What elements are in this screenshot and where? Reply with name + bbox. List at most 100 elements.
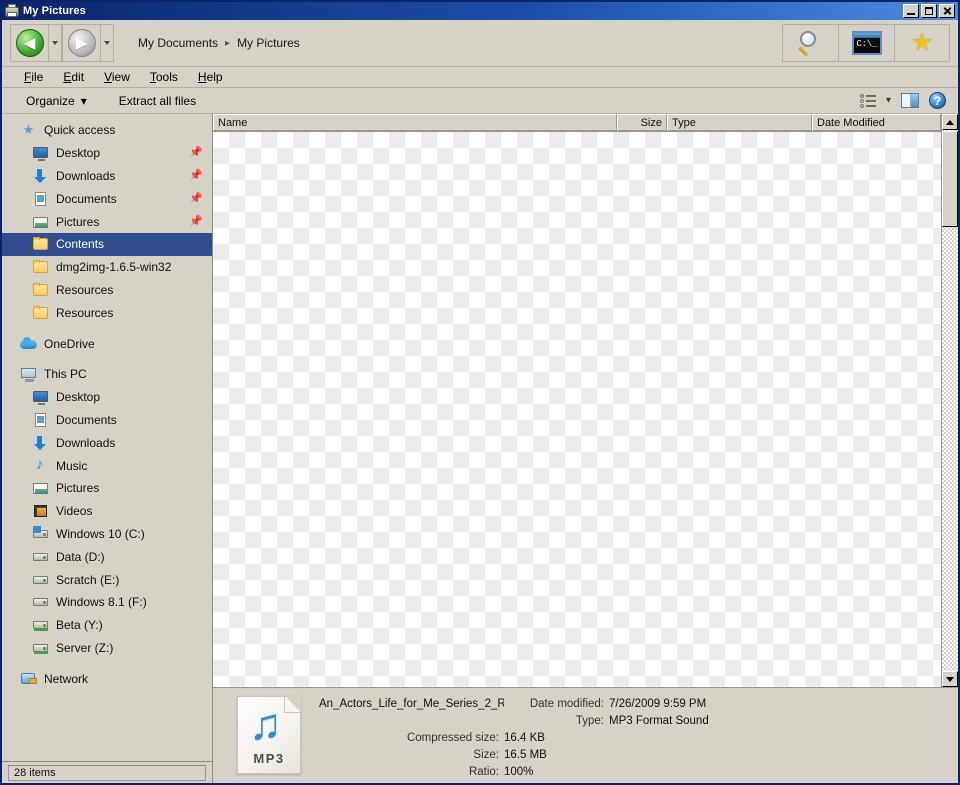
nav-tool-buttons: C:\_ ★ <box>782 24 950 62</box>
navigation-pane: ★ Quick access Desktop 📌 Downloads 📌 Documents… <box>2 114 213 783</box>
sidebar-item-label: Pictures <box>56 214 100 229</box>
search-button[interactable] <box>782 24 838 62</box>
column-headers: Name Size Type Date Modified <box>213 114 941 132</box>
help-icon[interactable]: ? <box>929 92 946 109</box>
sidebar-item-this-pc[interactable]: This PC <box>2 363 212 386</box>
organize-button[interactable]: Organize ▾ <box>18 92 95 110</box>
extract-all-files-button[interactable]: Extract all files <box>111 92 204 110</box>
videos-icon <box>32 503 49 519</box>
nav-group-separator <box>2 659 212 667</box>
sidebar-item-label: Quick access <box>44 123 116 138</box>
forward-button[interactable]: ▶ <box>62 24 100 62</box>
sidebar-item-windows-10-c[interactable]: Windows 10 (C:) <box>2 523 212 546</box>
column-header-size[interactable]: Size <box>617 114 667 131</box>
forward-history-dropdown[interactable] <box>100 24 114 62</box>
change-view-icon[interactable] <box>859 93 876 108</box>
sidebar-item-documents[interactable]: Documents 📌 <box>2 187 212 210</box>
sidebar-item-downloads[interactable]: Downloads 📌 <box>2 165 212 188</box>
sidebar-item-network[interactable]: Network <box>2 667 212 690</box>
sidebar-item-onedrive[interactable]: OneDrive <box>2 332 212 355</box>
pin-icon[interactable]: 📌 <box>189 170 203 181</box>
sidebar-item-label: Videos <box>56 504 93 519</box>
nav-group-separator <box>2 324 212 332</box>
sidebar-item-scratch-e[interactable]: Scratch (E:) <box>2 568 212 591</box>
details-file-name: An_Actors_Life_for_Me_Series_2_Read_All_… <box>319 698 504 710</box>
breadcrumb-item-my-pictures[interactable]: My Pictures <box>233 34 304 52</box>
column-header-name[interactable]: Name <box>213 114 617 131</box>
maximize-button[interactable] <box>921 4 937 18</box>
sidebar-item-desktop[interactable]: Desktop <box>2 386 212 409</box>
favorites-button[interactable]: ★ <box>894 24 950 62</box>
vertical-scrollbar[interactable] <box>941 114 958 687</box>
sidebar-item-server-z[interactable]: Server (Z:) <box>2 637 212 660</box>
preview-pane-icon[interactable] <box>901 93 919 108</box>
menu-edit[interactable]: Edit <box>53 68 94 86</box>
scrollbar-thumb[interactable] <box>942 131 958 227</box>
minimize-button[interactable] <box>903 4 919 18</box>
onedrive-icon <box>20 336 37 352</box>
sidebar-item-label: Pictures <box>56 481 100 496</box>
column-header-date-modified[interactable]: Date Modified <box>812 114 941 131</box>
sidebar-item-pictures[interactable]: Pictures <box>2 477 212 500</box>
folder-icon <box>32 282 49 298</box>
sidebar-item-contents[interactable]: Contents <box>2 232 212 256</box>
pin-icon[interactable]: 📌 <box>189 193 203 204</box>
network-icon <box>20 671 37 687</box>
menu-tools[interactable]: Tools <box>140 68 188 86</box>
sidebar-item-videos[interactable]: Videos <box>2 500 212 523</box>
sidebar-item-quick-access[interactable]: ★ Quick access <box>2 119 212 142</box>
sidebar-item-label: Server (Z:) <box>56 640 114 655</box>
details-key-size: Size: <box>473 749 499 761</box>
sidebar-item-label: Downloads <box>56 168 116 183</box>
sidebar-item-pictures[interactable]: Pictures 📌 <box>2 210 212 233</box>
sidebar-item-windows-8-1-f[interactable]: Windows 8.1 (F:) <box>2 591 212 614</box>
title-bar[interactable]: My Pictures <box>2 2 958 20</box>
sidebar-item-dmg2img-1-6-5-win32[interactable]: dmg2img-1.6.5-win32 <box>2 256 212 279</box>
pictures-icon <box>32 480 49 496</box>
status-bar: 28 items <box>2 761 212 783</box>
chevron-down-icon <box>52 41 58 45</box>
scroll-down-button[interactable] <box>942 671 958 687</box>
pin-icon[interactable]: 📌 <box>189 147 203 159</box>
close-button[interactable] <box>939 4 955 18</box>
scrollbar-track[interactable] <box>942 227 958 671</box>
sidebar-item-downloads[interactable]: Downloads <box>2 431 212 454</box>
details-pane: ♫ MP3 An_Actors_Life_for_Me_Series_2_Rea… <box>213 687 958 783</box>
chevron-down-icon <box>104 41 110 45</box>
sidebar-item-resources[interactable]: Resources <box>2 279 212 302</box>
menu-view[interactable]: View <box>94 68 140 86</box>
network-drive-icon <box>32 617 49 633</box>
windows-drive-icon <box>32 525 49 542</box>
details-value-type: MP3 Format Sound <box>609 715 709 727</box>
navigation-bar: ◀ ▶ My Documents ▸ My Pictures C:\_ ★ <box>2 20 958 67</box>
breadcrumb-item-my-documents[interactable]: My Documents <box>134 34 222 52</box>
details-key-date-modified: Date modified: <box>529 698 604 710</box>
menu-help[interactable]: Help <box>188 68 233 86</box>
back-history-dropdown[interactable] <box>48 24 62 62</box>
folder-icon <box>32 259 49 275</box>
window-body: ★ Quick access Desktop 📌 Downloads 📌 Documents… <box>2 114 958 783</box>
column-header-type[interactable]: Type <box>667 114 812 131</box>
sidebar-item-label: Contents <box>56 237 105 252</box>
navigation-tree: ★ Quick access Desktop 📌 Downloads 📌 Documents… <box>2 114 212 761</box>
breadcrumb: My Documents ▸ My Pictures <box>134 34 304 52</box>
sidebar-item-beta-y[interactable]: Beta (Y:) <box>2 614 212 637</box>
file-list[interactable] <box>213 132 941 687</box>
drive-icon <box>32 594 49 610</box>
scroll-up-button[interactable] <box>942 114 958 130</box>
command-prompt-button[interactable]: C:\_ <box>838 24 894 62</box>
details-value-date-modified: 7/26/2009 9:59 PM <box>609 698 707 710</box>
sidebar-item-label: Music <box>56 458 88 473</box>
star-icon: ★ <box>22 122 35 138</box>
back-button[interactable]: ◀ <box>10 24 48 62</box>
sidebar-item-label: Downloads <box>56 435 116 450</box>
sidebar-item-data-d[interactable]: Data (D:) <box>2 545 212 568</box>
change-view-dropdown-icon[interactable]: ▾ <box>886 95 891 106</box>
item-count-status: 28 items <box>8 764 206 781</box>
menu-file[interactable]: File <box>14 68 53 86</box>
sidebar-item-documents[interactable]: Documents <box>2 409 212 432</box>
sidebar-item-desktop[interactable]: Desktop 📌 <box>2 142 212 165</box>
pin-icon[interactable]: 📌 <box>189 216 203 227</box>
sidebar-item-resources[interactable]: Resources <box>2 301 212 324</box>
sidebar-item-music[interactable]: Music <box>2 454 212 477</box>
